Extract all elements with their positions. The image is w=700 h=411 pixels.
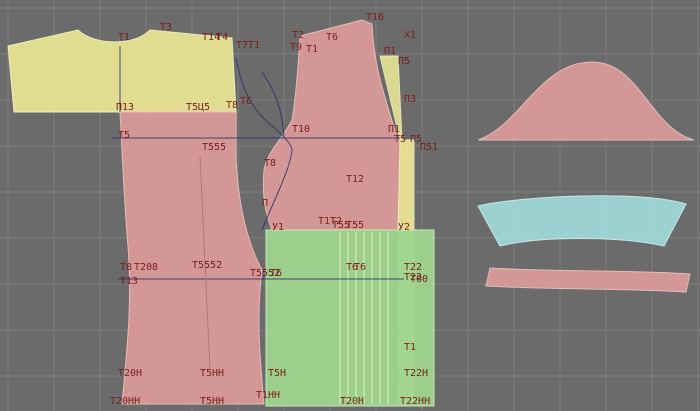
label: У1 xyxy=(272,222,284,233)
label: Т1 xyxy=(118,32,130,43)
label: Т4 xyxy=(216,32,228,43)
label: Т1 xyxy=(306,44,318,55)
label: П xyxy=(262,198,268,209)
label: Х1 xyxy=(404,30,416,41)
back-panel-piece[interactable] xyxy=(119,111,265,405)
label: Т00 xyxy=(410,274,428,285)
label: Т13 xyxy=(120,276,138,287)
label: Т7 xyxy=(236,40,248,51)
bottom-panel-piece[interactable] xyxy=(265,229,435,407)
waist-strip-piece[interactable] xyxy=(485,267,691,293)
label: Т6 xyxy=(270,268,282,279)
label: Т5 xyxy=(394,134,406,145)
label: У2 xyxy=(398,222,410,233)
label: Т5552 xyxy=(192,260,222,271)
label: Т1 xyxy=(404,342,416,353)
collar-band-piece[interactable] xyxy=(477,195,687,247)
label: Т208 xyxy=(134,262,158,273)
label: Т3 xyxy=(160,22,172,33)
label: Т5 xyxy=(118,130,130,141)
label: Т10 xyxy=(292,124,310,135)
label: Т1НН xyxy=(256,390,280,401)
label: П1 xyxy=(384,46,396,57)
label: Т6 xyxy=(354,262,366,273)
sleeve-piece[interactable] xyxy=(477,61,695,141)
label: Т5НН xyxy=(200,368,224,379)
label: Т20Н xyxy=(340,396,364,407)
label: Т5Н xyxy=(268,368,286,379)
label: Т55 xyxy=(346,220,364,231)
label: Т22НН xyxy=(400,396,430,407)
label: Т5Ц5 xyxy=(186,102,210,113)
label: Т5НН xyxy=(200,396,224,407)
label: Т8 xyxy=(226,100,238,111)
label: Т16 xyxy=(366,12,384,23)
label: Т22Н xyxy=(404,368,428,379)
label: П3 xyxy=(404,94,416,105)
label: Т2 xyxy=(292,30,304,41)
label: Т8 xyxy=(264,158,276,169)
label: П51 xyxy=(420,142,438,153)
label: Т20Н xyxy=(118,368,142,379)
label: Т8 xyxy=(120,262,132,273)
label: Т12 xyxy=(346,174,364,185)
label: Т555 xyxy=(202,142,226,153)
label: П13 xyxy=(116,102,134,113)
label: П5 xyxy=(398,56,410,67)
label: Т6 xyxy=(240,96,252,107)
pattern-canvas[interactable]: Т3 Т1 Т14 Т4 Т7 Т1 Т2 Т9 Т1 Т6 Т16 Х1 П1… xyxy=(0,0,700,411)
label: Т9 xyxy=(290,42,302,53)
label: Т6 xyxy=(326,32,338,43)
label: Т20НН xyxy=(110,396,140,407)
label: Т1 xyxy=(248,40,260,51)
